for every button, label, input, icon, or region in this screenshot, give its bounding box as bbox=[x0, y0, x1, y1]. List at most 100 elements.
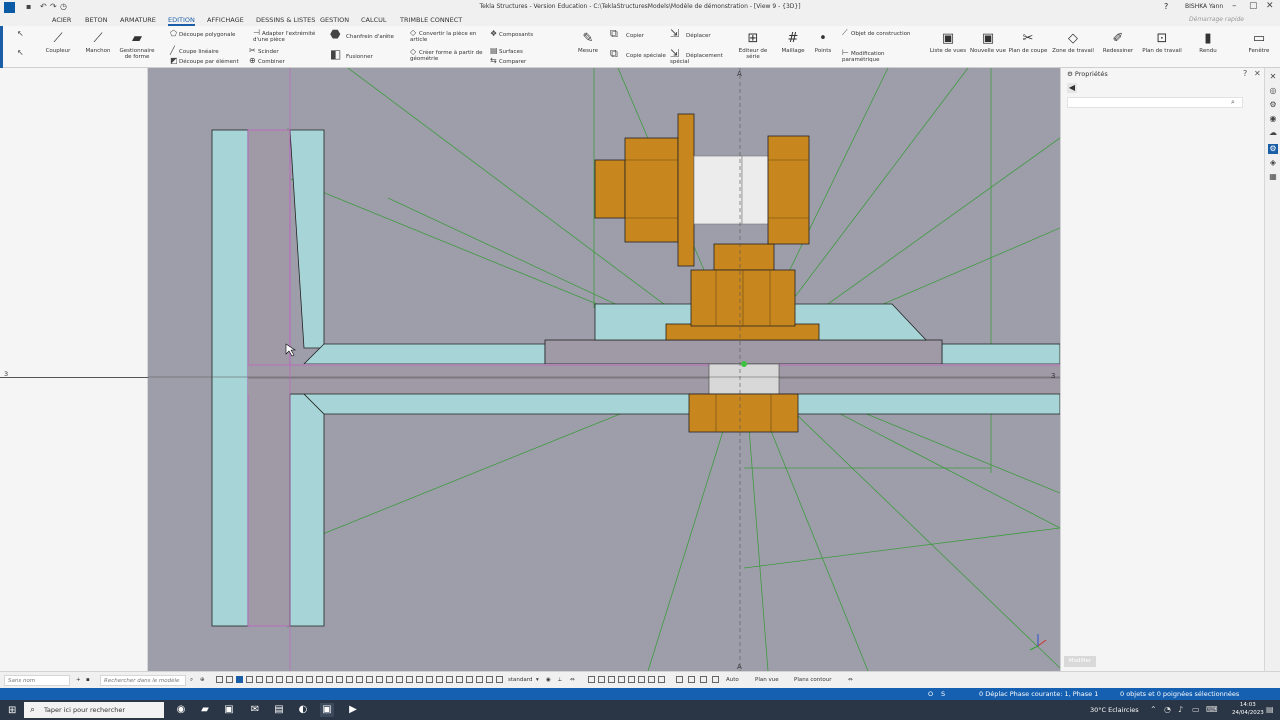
notifications-icon[interactable]: ▤ bbox=[1266, 705, 1274, 714]
modify-button[interactable]: Modifier bbox=[1064, 656, 1096, 667]
apps-icon[interactable]: ▦ bbox=[1268, 172, 1278, 182]
snap-plane-icon[interactable] bbox=[356, 676, 363, 683]
adapter-button[interactable]: ⊣ Adapter l'extrémité d'une pièce bbox=[253, 29, 323, 44]
search-icon[interactable]: ⌕ bbox=[1231, 98, 1235, 107]
display-icon-9[interactable] bbox=[676, 676, 683, 683]
back-icon[interactable]: ◀ bbox=[1067, 83, 1077, 93]
grid-select-icon[interactable] bbox=[476, 676, 483, 683]
view-select-icon[interactable] bbox=[496, 676, 503, 683]
mesure-button[interactable]: ✎ Mesure bbox=[575, 32, 601, 55]
comparer-button[interactable]: ⇆ Comparer bbox=[490, 57, 526, 66]
battery-icon[interactable]: ▭ bbox=[1192, 705, 1200, 714]
tab-gestion[interactable]: GESTION bbox=[320, 16, 349, 24]
scinder-button[interactable]: ✂ Scinder bbox=[249, 47, 279, 56]
nouvelle-vue-button[interactable]: ▣ Nouvelle vue bbox=[968, 32, 1008, 55]
snap-active-icon[interactable] bbox=[236, 676, 243, 683]
tab-beton[interactable]: BETON bbox=[85, 16, 108, 24]
snap-reference-icon[interactable] bbox=[366, 676, 373, 683]
select-arrow-icon[interactable]: ↖ bbox=[17, 30, 26, 38]
coupleur-button[interactable]: ⟋ Coupleur bbox=[44, 32, 72, 55]
auto-dropdown[interactable]: Auto bbox=[726, 677, 739, 683]
volume-icon[interactable]: ♪ bbox=[1178, 705, 1183, 714]
beam-top-flange[interactable] bbox=[303, 339, 1060, 365]
model-canvas[interactable]: A A 3 bbox=[148, 68, 1060, 671]
taskbar-clock[interactable]: 14:03 24/04/2023 bbox=[1232, 701, 1264, 717]
coupe-lineaire-button[interactable]: ╱ Coupe linéaire bbox=[170, 47, 219, 56]
fusionner-button[interactable]: ◧ Fusionner bbox=[330, 48, 373, 60]
media-icon[interactable]: ▶ bbox=[346, 703, 360, 717]
weather-widget[interactable]: 30°C Eclaircies bbox=[1090, 706, 1139, 714]
close-icon[interactable]: ✕ bbox=[1266, 1, 1274, 11]
decoupe-polygonale-button[interactable]: ⬠ Découpe polygonale bbox=[170, 30, 235, 39]
snap-ortho-icon[interactable] bbox=[346, 676, 353, 683]
windows-start-icon[interactable]: ⊞ bbox=[8, 705, 16, 716]
snap-center-icon[interactable] bbox=[276, 676, 283, 683]
plus-icon[interactable]: + bbox=[76, 677, 81, 683]
display-icon-5[interactable] bbox=[628, 676, 635, 683]
plan-coupe-button[interactable]: ✂ Plan de coupe bbox=[1008, 32, 1048, 55]
pin-icon[interactable]: ✕ bbox=[1268, 72, 1278, 82]
select-tool-icon[interactable] bbox=[216, 676, 223, 683]
redessiner-button[interactable]: ✐ Redessiner bbox=[1098, 32, 1138, 55]
taskbar-search[interactable]: ⌕ Taper ici pour rechercher bbox=[24, 702, 164, 718]
snap-indicator[interactable]: S bbox=[941, 690, 945, 698]
component-select-icon[interactable] bbox=[416, 676, 423, 683]
tab-acier[interactable]: ACIER bbox=[52, 16, 71, 24]
modification-parametrique-button[interactable]: ⊢ Modification paramétrique bbox=[842, 49, 912, 64]
gestionnaire-forme-button[interactable]: ▰ Gestionnaire de forme bbox=[118, 32, 156, 61]
close-panel-icon[interactable]: ✕ bbox=[1254, 69, 1261, 78]
creer-forme-button[interactable]: ◇ Créer forme à partir de géométrie bbox=[410, 48, 488, 63]
display-icon-3[interactable] bbox=[608, 676, 615, 683]
point-select-icon[interactable] bbox=[486, 676, 493, 683]
bottom-nut[interactable] bbox=[688, 393, 799, 433]
vertical-bolt[interactable] bbox=[690, 243, 796, 327]
trash-icon[interactable]: ▪ bbox=[86, 677, 90, 683]
display-icon-7[interactable] bbox=[648, 676, 655, 683]
network-icon[interactable]: ◔ bbox=[1164, 705, 1171, 714]
beam-bottom-flange[interactable] bbox=[290, 393, 1060, 415]
snap-end-icon[interactable] bbox=[256, 676, 263, 683]
snap-perp-icon[interactable] bbox=[296, 676, 303, 683]
tab-armature[interactable]: ARMATURE bbox=[120, 16, 156, 24]
help-panel-icon[interactable]: ? bbox=[1243, 69, 1247, 78]
selection-filter-dropdown[interactable]: Sans nom bbox=[4, 675, 70, 686]
language-icon[interactable]: ⌨ bbox=[1206, 705, 1218, 714]
manchon-button[interactable]: ⟋ Manchon bbox=[84, 32, 112, 55]
display-icon-4[interactable] bbox=[618, 676, 625, 683]
objet-construction-button[interactable]: ⟋ Objet de construction bbox=[842, 29, 912, 38]
properties-tab-icon[interactable]: ⚙ bbox=[1268, 144, 1278, 154]
assembly-select-icon[interactable] bbox=[426, 676, 433, 683]
snap-grid-icon[interactable] bbox=[246, 676, 253, 683]
tab-affichage[interactable]: AFFICHAGE bbox=[207, 16, 244, 24]
standard-dropdown[interactable]: standard bbox=[508, 677, 532, 683]
tab-trimble-connect[interactable]: TRIMBLE CONNECT bbox=[400, 16, 462, 24]
minimize-icon[interactable]: – bbox=[1232, 1, 1237, 11]
chevron-down-icon[interactable]: ▾ bbox=[536, 677, 539, 683]
copie-speciale-button[interactable]: ⧉ Copie spéciale bbox=[610, 48, 668, 59]
tab-calcul[interactable]: CALCUL bbox=[361, 16, 387, 24]
display-icon-12[interactable] bbox=[712, 676, 719, 683]
layers-icon[interactable]: ◈ bbox=[1268, 158, 1278, 168]
store-icon[interactable]: ▣ bbox=[222, 703, 236, 717]
convertir-piece-button[interactable]: ◇ Convertir la pièce en article bbox=[410, 29, 488, 44]
snap-any-icon[interactable] bbox=[326, 676, 333, 683]
quick-launch-input[interactable]: Démarrage rapide bbox=[1189, 16, 1244, 23]
plans-contour-dropdown[interactable]: Plans contour bbox=[794, 677, 831, 683]
horizontal-bolt[interactable] bbox=[594, 113, 810, 267]
snap-free-icon[interactable] bbox=[396, 676, 403, 683]
maillage-button[interactable]: # Maillage bbox=[778, 32, 808, 55]
weld-select-icon[interactable] bbox=[456, 676, 463, 683]
more-options-icon[interactable]: ⇔ bbox=[848, 677, 853, 683]
chanfrein-arete-button[interactable]: ⬣ Chanfrein d'arête bbox=[330, 28, 394, 40]
select-arrow-alt-icon[interactable]: ↖ bbox=[17, 49, 26, 57]
combiner-button[interactable]: ⊕ Combiner bbox=[249, 57, 285, 66]
fenetre-button[interactable]: ▭ Fenêtre bbox=[1240, 32, 1278, 55]
tab-edition[interactable]: EDITION bbox=[168, 16, 195, 26]
snap-override-icon[interactable] bbox=[386, 676, 393, 683]
app-icon[interactable]: ▤ bbox=[272, 703, 286, 717]
decoupe-element-button[interactable]: ◩Découpe par élément bbox=[170, 57, 239, 66]
user-name[interactable]: BISHKA Yann bbox=[1185, 3, 1223, 10]
surfaces-button[interactable]: ▤Surfaces bbox=[490, 47, 523, 56]
snap-symbol-icon[interactable]: ◉ bbox=[546, 677, 551, 683]
tekla-taskbar-icon[interactable]: ▣ bbox=[320, 703, 334, 717]
